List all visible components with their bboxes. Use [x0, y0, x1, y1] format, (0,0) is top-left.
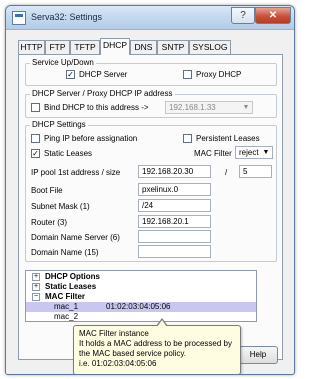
subnet-mask-label: Subnet Mask (1): [31, 202, 90, 211]
options-tree[interactable]: + DHCP Options + Static Leases − MAC Fil…: [25, 270, 257, 322]
mac-row-name: mac_2: [54, 312, 79, 321]
tooltip-line: i.e. 01:02:03:04:05:06: [79, 359, 157, 368]
bind-address-value: 192.168.1.33: [169, 103, 216, 112]
static-leases-label: Static Leases: [44, 149, 93, 158]
router-label: Router (3): [31, 218, 68, 227]
ping-ip-label: Ping IP before assignation: [44, 134, 138, 143]
tree-item-dhcp-options[interactable]: + DHCP Options: [26, 272, 256, 282]
mac-filter-value: reject: [239, 148, 259, 157]
tree-item-label: Static Leases: [45, 282, 97, 291]
bind-legend: DHCP Server / Proxy DHCP IP address: [30, 89, 175, 99]
tab-ftp[interactable]: FTP: [45, 40, 70, 54]
tooltip-line: the MAC based service policy.: [79, 349, 187, 358]
subnet-mask-input[interactable]: /24: [138, 199, 211, 212]
dhcp-server-label: DHCP Server: [79, 70, 128, 79]
tab-http[interactable]: HTTP: [18, 40, 45, 54]
boot-file-input[interactable]: pxelinux.0: [138, 183, 211, 196]
tab-dns[interactable]: DNS: [130, 40, 157, 54]
mac-row-selected[interactable]: mac_1 01:02:03:04:05:06: [26, 302, 256, 312]
mac-filter-tooltip: MAC Filter instance It holds a MAC addre…: [73, 325, 241, 374]
settings-window: Serva32: Settings ? ✕ HTTP FTP TFTP DHCP…: [5, 5, 295, 375]
static-leases-checkbox[interactable]: ✓: [31, 149, 40, 158]
expand-icon[interactable]: +: [32, 283, 40, 291]
ip-pool-separator: /: [225, 168, 228, 177]
ip-pool-label: IP pool 1st address / size: [31, 168, 121, 177]
proxy-dhcp-checkbox[interactable]: [183, 70, 192, 79]
dns-label: Domain Name Server (6): [31, 233, 120, 242]
bind-address-select[interactable]: 192.168.1.33 ▼: [165, 101, 253, 114]
app-icon: [12, 11, 26, 25]
window-title: Serva32: Settings: [31, 12, 103, 22]
mac-row-value: 01:02:03:04:05:06: [106, 302, 171, 311]
title-bar[interactable]: Serva32: Settings ? ✕: [6, 6, 294, 30]
boot-file-label: Boot File: [31, 186, 63, 195]
tooltip-line: MAC Filter instance: [79, 329, 149, 338]
ip-pool-size-input[interactable]: 5: [239, 165, 272, 178]
mac-filter-select[interactable]: reject ▼: [235, 146, 273, 159]
mac-row[interactable]: mac_2: [26, 312, 256, 321]
router-input[interactable]: 192.168.20.1: [138, 215, 211, 228]
persistent-leases-label: Persistent Leases: [196, 134, 260, 143]
help-title-button[interactable]: ?: [231, 7, 255, 24]
ip-pool-address-input[interactable]: 192.168.20.30: [138, 165, 211, 178]
tab-syslog[interactable]: SYSLOG: [189, 40, 231, 54]
tab-sntp[interactable]: SNTP: [157, 40, 189, 54]
collapse-icon[interactable]: −: [32, 293, 40, 301]
dhcp-server-checkbox[interactable]: ✓: [66, 70, 75, 79]
tree-item-label: MAC Filter: [45, 292, 85, 301]
tree-item-label: DHCP Options: [45, 272, 100, 281]
tab-dhcp[interactable]: DHCP: [100, 38, 130, 55]
tooltip-tail-fill: [157, 320, 167, 327]
proxy-dhcp-label: Proxy DHCP: [196, 70, 242, 79]
help-button[interactable]: Help: [238, 346, 278, 364]
expand-icon[interactable]: +: [32, 273, 40, 281]
tree-item-static-leases[interactable]: + Static Leases: [26, 282, 256, 292]
dns-input[interactable]: [138, 230, 211, 243]
persistent-leases-checkbox[interactable]: [183, 134, 192, 143]
close-button[interactable]: ✕: [255, 7, 291, 24]
tooltip-line: It holds a MAC address to be processed b…: [79, 339, 232, 348]
tree-item-mac-filter[interactable]: − MAC Filter: [26, 292, 256, 302]
ping-ip-checkbox[interactable]: [31, 134, 40, 143]
domain-name-input[interactable]: [138, 245, 211, 258]
service-legend: Service Up/Down: [30, 58, 96, 68]
chevron-down-icon: ▼: [242, 104, 250, 111]
domain-name-label: Domain Name (15): [31, 248, 99, 257]
tab-tftp[interactable]: TFTP: [70, 40, 100, 54]
bind-label: Bind DHCP to this address ->: [44, 103, 149, 112]
mac-filter-label: MAC Filter: [194, 149, 232, 158]
mac-row-name: mac_1: [54, 302, 79, 311]
settings-legend: DHCP Settings: [30, 120, 88, 130]
bind-checkbox[interactable]: [31, 103, 40, 112]
chevron-down-icon: ▼: [262, 149, 270, 156]
